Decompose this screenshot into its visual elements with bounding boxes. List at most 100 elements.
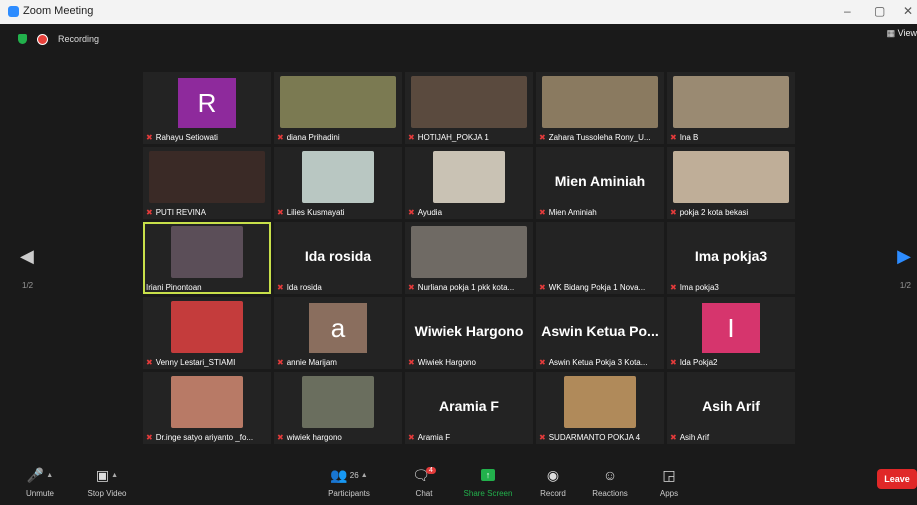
meeting-window: Recording ▦ View ◀ 1/2 ▶ 1/2 R ✖ Rahayu Se… <box>0 24 917 505</box>
participant-name: Aramia F <box>417 433 451 442</box>
muted-mic-icon: ✖ <box>146 208 153 217</box>
record-icon: ◉ <box>546 466 560 483</box>
participant-tile[interactable]: Wiwiek Hargono ✖ Wiwiek Hargono <box>405 297 533 369</box>
maximize-button[interactable]: ▢ <box>874 4 885 18</box>
participant-name: Ima pokja3 <box>679 283 719 292</box>
muted-mic-icon: ✖ <box>539 358 546 367</box>
participant-tile[interactable]: Ima pokja3 ✖ Ima pokja3 <box>667 222 795 294</box>
chevron-up-icon[interactable]: ▲ <box>46 472 53 479</box>
participant-name-label: ✖ wiwiek hargono <box>277 433 399 442</box>
participant-tile[interactable]: I ✖ Ida Pokja2 <box>667 297 795 369</box>
muted-mic-icon: ✖ <box>670 133 677 142</box>
leave-button[interactable]: Leave <box>877 469 917 489</box>
participant-tile[interactable]: ✖ HOTIJAH_POKJA 1 <box>405 72 533 144</box>
muted-mic-icon: ✖ <box>146 133 153 142</box>
participant-name-label: ✖ Asih Arif <box>670 433 792 442</box>
participant-tile[interactable]: ✖ Lilies Kusmayati <box>274 147 402 219</box>
participant-name: Rahayu Setiowati <box>155 133 218 142</box>
stop-video-button[interactable]: ▣ ▲ Stop Video <box>72 465 142 499</box>
participant-display-name: Wiwiek Hargono <box>414 323 524 339</box>
chevron-up-icon[interactable]: ▲ <box>111 472 118 479</box>
participant-tile[interactable]: ✖ Dr.inge satyo ariyanto _fo... <box>143 372 271 444</box>
muted-mic-icon: ✖ <box>670 283 677 292</box>
meeting-toolbar: 🎤 ▲ Unmute ▣ ▲ Stop Video 👥 26 ▲ Participant… <box>0 461 917 505</box>
participant-name-label: ✖ Ayudia <box>408 208 530 217</box>
muted-mic-icon: 🎤 <box>26 466 45 483</box>
participant-name: Lilies Kusmayati <box>286 208 345 217</box>
participant-tile[interactable]: ✖ diana Prihadini <box>274 72 402 144</box>
participant-tile[interactable]: ✖ wiwiek hargono <box>274 372 402 444</box>
muted-mic-icon: ✖ <box>277 208 284 217</box>
participant-tile[interactable]: ✖ Nurliana pokja 1 pkk kota... <box>405 222 533 294</box>
record-label: Record <box>540 489 566 498</box>
window-title: Zoom Meeting <box>23 5 94 17</box>
participants-button[interactable]: 👥 26 ▲ Participants <box>314 465 384 499</box>
close-button[interactable]: ✕ <box>903 4 913 18</box>
participant-video <box>542 76 658 128</box>
participant-tile[interactable]: ✖ Venny Lestari_STIAMI <box>143 297 271 369</box>
chevron-up-icon[interactable]: ▲ <box>361 472 368 479</box>
participant-name: Iriani Pinontoan <box>146 283 202 292</box>
participant-video <box>280 76 396 128</box>
participant-name-label: ✖ PUTI REVINA <box>146 208 268 217</box>
stop-video-label: Stop Video <box>87 489 127 498</box>
apps-label: Apps <box>659 489 679 498</box>
apps-button[interactable]: ◲ Apps <box>634 465 704 499</box>
participant-video <box>411 226 527 278</box>
participant-name-label: ✖ Venny Lestari_STIAMI <box>146 358 268 367</box>
zoom-logo-icon <box>8 6 19 17</box>
previous-page-arrow-icon[interactable]: ◀ <box>20 246 34 267</box>
participant-tile[interactable]: a ✖ annie Marijam <box>274 297 402 369</box>
participant-name: Asih Arif <box>679 433 710 442</box>
participant-name: Ida Pokja2 <box>679 358 718 367</box>
participant-tile[interactable]: Aswin Ketua Po... ✖ Aswin Ketua Pokja 3 Ko… <box>536 297 664 369</box>
participant-name: pokja 2 kota bekasi <box>679 208 749 217</box>
status-bar: Recording <box>18 32 99 46</box>
participant-name: Ayudia <box>417 208 443 217</box>
participant-tile[interactable]: ✖ WK Bidang Pokja 1 Nova... <box>536 222 664 294</box>
muted-mic-icon: ✖ <box>670 358 677 367</box>
participant-name-label: ✖ Ida Pokja2 <box>670 358 792 367</box>
participant-tile[interactable]: ✖ pokja 2 kota bekasi <box>667 147 795 219</box>
participant-tile[interactable]: ✖ Zahara Tussoleha Rony_U... <box>536 72 664 144</box>
participant-name: Zahara Tussoleha Rony_U... <box>548 133 651 142</box>
reactions-smiley-icon: ☺ <box>602 467 618 483</box>
participant-display-name: Aswin Ketua Po... <box>541 323 659 339</box>
participant-tile[interactable]: Ida rosida ✖ Ida rosida <box>274 222 402 294</box>
participant-name: Ida rosida <box>286 283 322 292</box>
muted-mic-icon: ✖ <box>146 433 153 442</box>
muted-mic-icon: ✖ <box>277 283 284 292</box>
participant-tile[interactable]: Asih Arif ✖ Asih Arif <box>667 372 795 444</box>
muted-mic-icon: ✖ <box>277 358 284 367</box>
chat-button[interactable]: 🗨 4 Chat <box>389 465 459 498</box>
participant-video <box>149 151 265 203</box>
unmute-button[interactable]: 🎤 ▲ Unmute <box>5 465 75 499</box>
recording-label: Recording <box>58 34 100 44</box>
view-button[interactable]: ▦ View <box>887 28 917 39</box>
title-bar: Zoom Meeting – ▢ ✕ <box>0 0 917 24</box>
next-page-arrow-icon[interactable]: ▶ <box>897 246 911 267</box>
participant-video <box>171 301 243 353</box>
participant-video <box>302 376 374 428</box>
participant-tile[interactable]: R ✖ Rahayu Setiowati <box>143 72 271 144</box>
muted-mic-icon: ✖ <box>408 133 415 142</box>
share-screen-button[interactable]: ↑ Share Screen <box>453 465 523 498</box>
participant-tile[interactable]: ✖ Ina B <box>667 72 795 144</box>
participant-video <box>302 151 374 203</box>
participant-name-label: ✖ Nurliana pokja 1 pkk kota... <box>408 283 530 292</box>
participant-tile[interactable]: ✖ PUTI REVINA <box>143 147 271 219</box>
muted-mic-icon: ✖ <box>277 133 284 142</box>
participant-tile[interactable]: Iriani Pinontoan <box>143 222 271 294</box>
participant-tile[interactable]: ✖ Ayudia <box>405 147 533 219</box>
minimize-button[interactable]: – <box>844 4 851 18</box>
participant-video <box>171 226 243 278</box>
video-camera-icon: ▣ <box>95 466 110 483</box>
participants-icon: 👥 <box>330 466 348 483</box>
participant-tile[interactable]: ✖ SUDARMANTO POKJA 4 <box>536 372 664 444</box>
participant-tile[interactable]: Mien Aminiah ✖ Mien Aminiah <box>536 147 664 219</box>
grid-view-icon: ▦ <box>886 28 898 38</box>
participant-display-name: Ima pokja3 <box>694 248 768 264</box>
participant-name-label: ✖ Wiwiek Hargono <box>408 358 530 367</box>
participant-tile[interactable]: Aramia F ✖ Aramia F <box>405 372 533 444</box>
encryption-shield-icon[interactable] <box>18 34 27 44</box>
